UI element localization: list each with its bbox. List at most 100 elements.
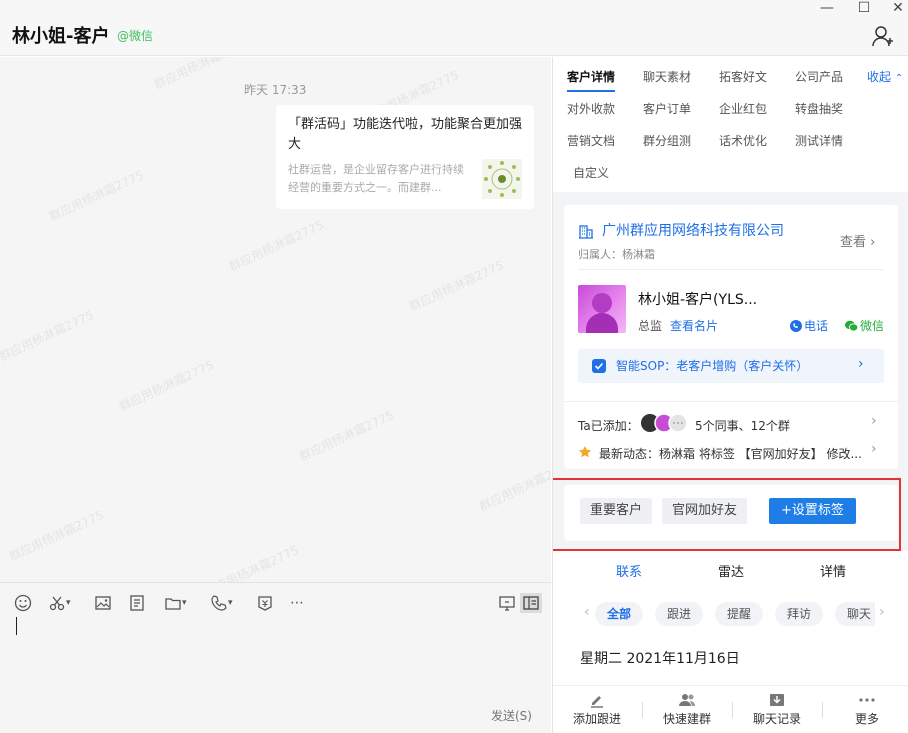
customer-sidebar: 客户详情 聊天素材 拓客好文 公司产品 收起 ⌃ 对外收款 客户订单 企业红包 … [552,57,908,733]
tab-test-detail[interactable]: 测试详情 [795,132,843,149]
phone-icon[interactable]: ▾ [210,593,233,613]
view-card-link[interactable]: 查看名片 [670,317,718,334]
chat-history-button[interactable]: 聊天记录 [742,692,812,727]
pen-icon [591,696,603,708]
subtab-contact[interactable]: 联系 [616,561,642,580]
watermark: 群应用杨淋霜2775 [7,507,106,564]
watermark: 群应用杨淋霜2775 [297,407,396,464]
tab-lucky-wheel[interactable]: 转盘抽奖 [795,100,843,117]
watermark: 群应用杨淋霜2775 [0,307,96,364]
card-thumbnail-icon [482,159,522,199]
latest-activity[interactable]: 最新动态：杨淋霜 将标签 【官网加好友】 修改... [599,445,862,462]
chat-area[interactable]: 群应用杨淋霜2775 群应用杨淋霜2775 群应用杨淋霜2775 群应用杨淋霜2… [0,57,551,582]
pill-follow-up[interactable]: 跟进 [655,602,704,626]
collapse-button[interactable]: 收起 ⌃ [867,68,903,85]
tab-orders[interactable]: 客户订单 [643,100,691,117]
call-label: 电话 [804,319,829,333]
tab-chat-material[interactable]: 聊天素材 [643,68,691,85]
tab-marketing-docs[interactable]: 营销文档 [567,132,615,149]
watermark: 群应用杨淋霜2775 [117,357,216,414]
chevron-left-icon[interactable]: ‹ [584,604,590,620]
contact-name: 林小姐-客户(YLS... [638,292,758,308]
chevron-right-icon: › [870,235,876,250]
watermark: 群应用杨淋霜2775 [202,542,301,582]
minimize-button[interactable]: — [813,0,841,16]
pill-reminder[interactable]: 提醒 [715,602,764,626]
tab-products[interactable]: 公司产品 [795,68,843,85]
image-icon[interactable] [94,593,112,613]
add-contact-icon[interactable] [871,24,895,48]
tab-payment[interactable]: 对外收款 [567,100,615,117]
more-tools-icon[interactable]: ⋯ [290,593,305,613]
building-icon [579,225,593,239]
add-follow-up-button[interactable]: 添加跟进 [562,692,632,727]
wechat-label: 微信 [860,319,885,333]
smart-sop-banner[interactable]: 智能SOP：老客户增购（客户关怀） › [578,349,884,383]
add-follow-up-label: 添加跟进 [572,712,621,726]
watermark: 群应用杨淋霜2775 [152,57,251,92]
app-window: 林小姐-客户 @微信 — ☐ ✕ 群应用杨淋霜2775 群应用杨淋霜2775 群… [0,0,908,733]
divider [732,702,733,718]
folder-icon[interactable]: ▾ [164,593,187,613]
document-icon[interactable] [128,593,146,613]
message-time: 昨天 17:33 [244,83,307,97]
divider [642,702,643,718]
view-label: 查看 [840,235,867,250]
red-packet-icon[interactable] [256,593,274,613]
chevron-right-icon[interactable]: › [879,604,885,620]
divider [822,702,823,718]
source-tag: @微信 [117,29,154,43]
watermark: 群应用杨淋霜2775 [477,457,551,514]
collapse-label: 收起 [867,70,892,84]
maximize-button[interactable]: ☐ [850,0,878,16]
call-button[interactable]: 电话 [790,317,828,334]
tab-customer-detail[interactable]: 客户详情 [567,68,616,92]
more-label: 更多 [854,712,879,726]
contact-position: 总监 [638,319,663,333]
star-icon [579,446,591,458]
subtab-radar[interactable]: 雷达 [718,561,744,580]
pill-visit[interactable]: 拜访 [775,602,824,626]
pill-chat[interactable]: 聊天 [835,602,876,626]
wechat-button[interactable]: 微信 [845,317,884,334]
tab-red-packet[interactable]: 企业红包 [719,100,767,117]
view-company-button[interactable]: 查看 › [840,231,875,250]
tab-articles[interactable]: 拓客好文 [719,68,767,85]
text-cursor[interactable] [16,617,17,635]
colleague-avatars[interactable] [640,413,694,433]
record-date: 星期二 2021年11月16日 [580,651,740,667]
more-button[interactable]: 更多 [832,692,902,727]
feature-tabs: 客户详情 聊天素材 拓客好文 公司产品 收起 ⌃ 对外收款 客户订单 企业红包 … [553,57,908,192]
avatar[interactable] [578,285,626,333]
close-button[interactable]: ✕ [884,0,908,16]
screen-share-icon[interactable] [498,593,516,613]
sop-text: 智能SOP：老客户增购（客户关怀） [616,359,809,373]
highlight-box [553,478,901,551]
bottom-action-bar: 添加跟进 快速建群 聊天记录 更多 [553,685,908,733]
send-button[interactable]: 发送(S) [491,707,532,724]
added-count: 5个同事、12个群 [695,419,790,433]
chevron-up-icon: ⌃ [894,73,904,84]
link-card-message[interactable]: 「群活码」功能迭代啦，功能聚合更加强大 社群运营，是企业留存客户进行持续经营的重… [276,105,534,209]
group-icon [679,694,695,706]
emoji-icon[interactable] [14,593,32,613]
message-input-area[interactable]: ▾ ▾ ▾ ⋯ 发送(S) [0,582,551,733]
phone-icon [790,319,802,332]
tab-custom[interactable]: 自定义 [573,164,609,181]
sidebar-toggle-icon[interactable] [520,593,542,613]
watermark: 群应用杨淋霜2775 [227,217,326,274]
tab-group-test[interactable]: 群分组测 [643,132,691,149]
download-icon [770,694,784,706]
scissors-icon[interactable]: ▾ [48,593,71,613]
quick-group-button[interactable]: 快速建群 [652,692,722,727]
title-bar: 林小姐-客户 @微信 — ☐ ✕ [0,0,908,56]
pill-all[interactable]: 全部 [595,602,644,626]
quick-group-label: 快速建群 [662,712,711,726]
wechat-icon [845,320,858,331]
chevron-right-icon[interactable]: › [871,413,877,429]
subtab-detail[interactable]: 详情 [820,561,846,580]
divider [578,269,884,270]
tab-script-optimize[interactable]: 话术优化 [719,132,767,149]
company-name[interactable]: 广州群应用网络科技有限公司 [602,220,784,240]
chevron-right-icon[interactable]: › [871,441,877,457]
